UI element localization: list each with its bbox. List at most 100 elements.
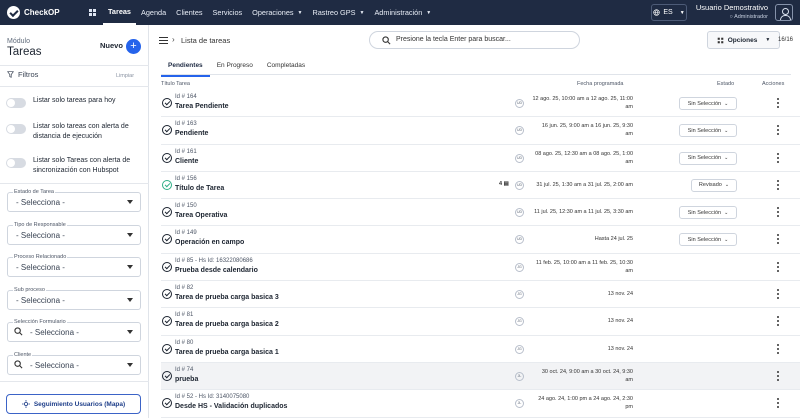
more-actions-icon[interactable]	[777, 343, 780, 356]
check-circle-icon[interactable]	[162, 179, 172, 190]
nav-item[interactable]: Tareas	[103, 0, 136, 25]
scheduled-date: 31 jul. 25, 1:30 am a 31 jul. 25, 2:00 a…	[536, 181, 633, 188]
language-selector[interactable]: ES ▼	[651, 4, 687, 21]
task-row[interactable]: Id # 164 Tarea Pendiente UD 12 ago. 25, 10:…	[161, 90, 800, 118]
nav-item[interactable]: Rastreo GPS ▼	[307, 0, 369, 25]
dropdown-arrow-icon	[127, 362, 133, 367]
chevron-down-icon: ⌄	[724, 236, 729, 243]
assignee-avatar: JL	[515, 399, 524, 409]
nav-item[interactable]: Administración ▼	[369, 0, 436, 25]
status-dropdown[interactable]: Revisado ⌄	[691, 178, 737, 192]
check-circle-icon[interactable]	[162, 289, 172, 300]
check-circle-icon[interactable]	[162, 152, 172, 163]
col-title: Título Tarea	[161, 81, 190, 87]
task-row[interactable]: Id # 163 Pendiente UD 16 jun. 25, 9:00 am a…	[161, 117, 800, 145]
filter-toggle[interactable]	[6, 98, 26, 108]
user-info[interactable]: Usuario Demostrativo ○ Administrador	[693, 3, 768, 20]
task-name[interactable]: Tarea Pendiente	[175, 103, 229, 110]
options-button[interactable]: Opciones ▼	[707, 31, 780, 49]
task-name[interactable]: Título de Tarea	[175, 185, 224, 192]
more-actions-icon[interactable]	[777, 207, 780, 219]
task-name[interactable]: Tarea Operativa	[175, 212, 227, 219]
task-row[interactable]: Id # 52 - Hs Id: 3140075080 Desde HS - Va…	[161, 390, 800, 418]
status-dropdown[interactable]: Sin Selección ⌄	[679, 124, 737, 138]
app-name: CheckOP	[24, 8, 60, 17]
filter-toggle[interactable]	[6, 124, 26, 134]
more-actions-icon[interactable]	[777, 370, 780, 383]
task-row[interactable]: Id # 81 Tarea de prueba carga basica 2 JG 1…	[161, 308, 800, 336]
more-actions-icon[interactable]	[777, 316, 780, 328]
status-dropdown[interactable]: Sin Selección ⌄	[679, 97, 737, 110]
task-row[interactable]: Id # 161 Cliente UD 08 ago. 25, 12:30 am a …	[161, 145, 800, 172]
task-row[interactable]: Id # 82 Tarea de prueba carga basica 3 JG 1…	[161, 281, 800, 309]
task-name[interactable]: Tarea de prueba carga basica 3	[175, 294, 279, 301]
check-circle-icon[interactable]	[162, 370, 172, 381]
app-logo[interactable]: CheckOP	[7, 6, 69, 19]
more-actions-icon[interactable]	[777, 98, 780, 110]
grid-icon	[717, 37, 724, 43]
task-row[interactable]: Id # 80 Tarea de prueba carga basica 1 JG 1…	[161, 336, 800, 363]
user-tracking-map-button[interactable]: Seguimiento Usuarios (Mapa)	[6, 394, 141, 414]
status-dropdown[interactable]: Sin Selección ⌄	[679, 233, 737, 247]
nav-item[interactable]: Agenda	[136, 0, 171, 25]
dropdown-arrow-icon	[127, 232, 133, 237]
more-actions-icon[interactable]	[777, 398, 780, 410]
check-circle-icon[interactable]	[162, 261, 172, 272]
more-actions-icon[interactable]	[777, 289, 780, 301]
task-name[interactable]: Tarea de prueba carga basica 2	[175, 321, 279, 328]
task-row[interactable]: Id # 74 prueba JL 30 oct. 24, 9:00 am a 30 …	[161, 362, 800, 391]
more-actions-icon[interactable]	[777, 261, 780, 274]
module-label: Módulo	[7, 38, 30, 45]
filter-select[interactable]: Selección Formulario - Selecciona -	[7, 319, 141, 342]
scheduled-date: 16 jun. 25, 9:00 am a 16 jun. 25, 9:30 am	[541, 123, 633, 138]
nav-item[interactable]: Servicios	[208, 0, 248, 25]
nav-item-label: Tareas	[108, 7, 131, 16]
filter-select[interactable]: Sub proceso - Selecciona -	[7, 286, 141, 310]
nav-item-label: Agenda	[141, 8, 167, 17]
nav-item[interactable]: Clientes	[171, 0, 207, 25]
search-bar[interactable]: Presione la tecla Enter para buscar...	[369, 31, 580, 49]
apps-grid-icon[interactable]	[81, 9, 103, 16]
task-row[interactable]: Id # 149 Operación en campo UD Hasta 24 jul…	[161, 226, 800, 254]
filter-toggle-label: Listar solo tareas para hoy	[33, 97, 116, 104]
nav-item[interactable]: Operaciones ▼	[247, 0, 307, 25]
menu-icon[interactable]	[159, 37, 168, 46]
dropdown-arrow-icon	[127, 297, 133, 302]
more-actions-icon[interactable]	[777, 179, 780, 192]
add-task-button[interactable]: +	[126, 39, 141, 54]
status-dropdown[interactable]: Sin Selección ⌄	[679, 151, 737, 165]
check-circle-icon[interactable]	[162, 316, 172, 327]
task-name[interactable]: Desde HS - Validación duplicados	[175, 403, 287, 410]
task-name[interactable]: Cliente	[175, 158, 198, 165]
search-input[interactable]: Presione la tecla Enter para buscar...	[396, 36, 511, 43]
more-actions-icon[interactable]	[777, 234, 780, 246]
check-circle-icon[interactable]	[162, 98, 172, 108]
more-actions-icon[interactable]	[777, 152, 780, 165]
user-avatar-icon[interactable]	[775, 4, 793, 21]
task-name[interactable]: Operación en campo	[175, 239, 244, 246]
check-circle-icon[interactable]	[162, 207, 172, 218]
clear-filters-link[interactable]: Limpiar	[116, 73, 134, 79]
task-row[interactable]: Id # 156 Título de Tarea 4 ▤ UD 31 jul. 25, …	[161, 172, 800, 200]
filter-select[interactable]: Proceso Relacionado - Selecciona -	[7, 254, 141, 277]
check-circle-icon[interactable]	[162, 234, 172, 245]
task-name[interactable]: Prueba desde calendario	[175, 267, 258, 274]
check-circle-icon[interactable]	[162, 125, 172, 136]
check-circle-icon[interactable]	[162, 398, 172, 409]
status-dropdown[interactable]: Sin Selección ⌄	[679, 206, 737, 220]
filter-select[interactable]: Tipo de Responsable - Selecciona -	[7, 221, 141, 245]
check-circle-icon[interactable]	[162, 343, 172, 354]
task-row[interactable]: Id # 85 - Hs Id: 16322080686 Prueba desde…	[161, 254, 800, 282]
filter-icon	[7, 71, 14, 78]
comments-count[interactable]: 4 ▤	[499, 181, 509, 187]
task-name[interactable]: prueba	[175, 376, 198, 383]
task-name[interactable]: Tarea de prueba carga basica 1	[175, 349, 279, 356]
task-row[interactable]: Id # 150 Tarea Operativa UD 11 jul. 25, 12:…	[161, 199, 800, 227]
more-actions-icon[interactable]	[777, 125, 780, 137]
task-name[interactable]: Pendiente	[175, 130, 208, 137]
new-task-label[interactable]: Nuevo	[100, 41, 123, 50]
filter-select[interactable]: Estado de Tarea - Selecciona -	[7, 189, 141, 212]
filter-select[interactable]: Cliente - Selecciona -	[7, 351, 141, 375]
filter-toggle[interactable]	[6, 158, 26, 168]
chevron-down-icon: ⌄	[724, 155, 729, 162]
